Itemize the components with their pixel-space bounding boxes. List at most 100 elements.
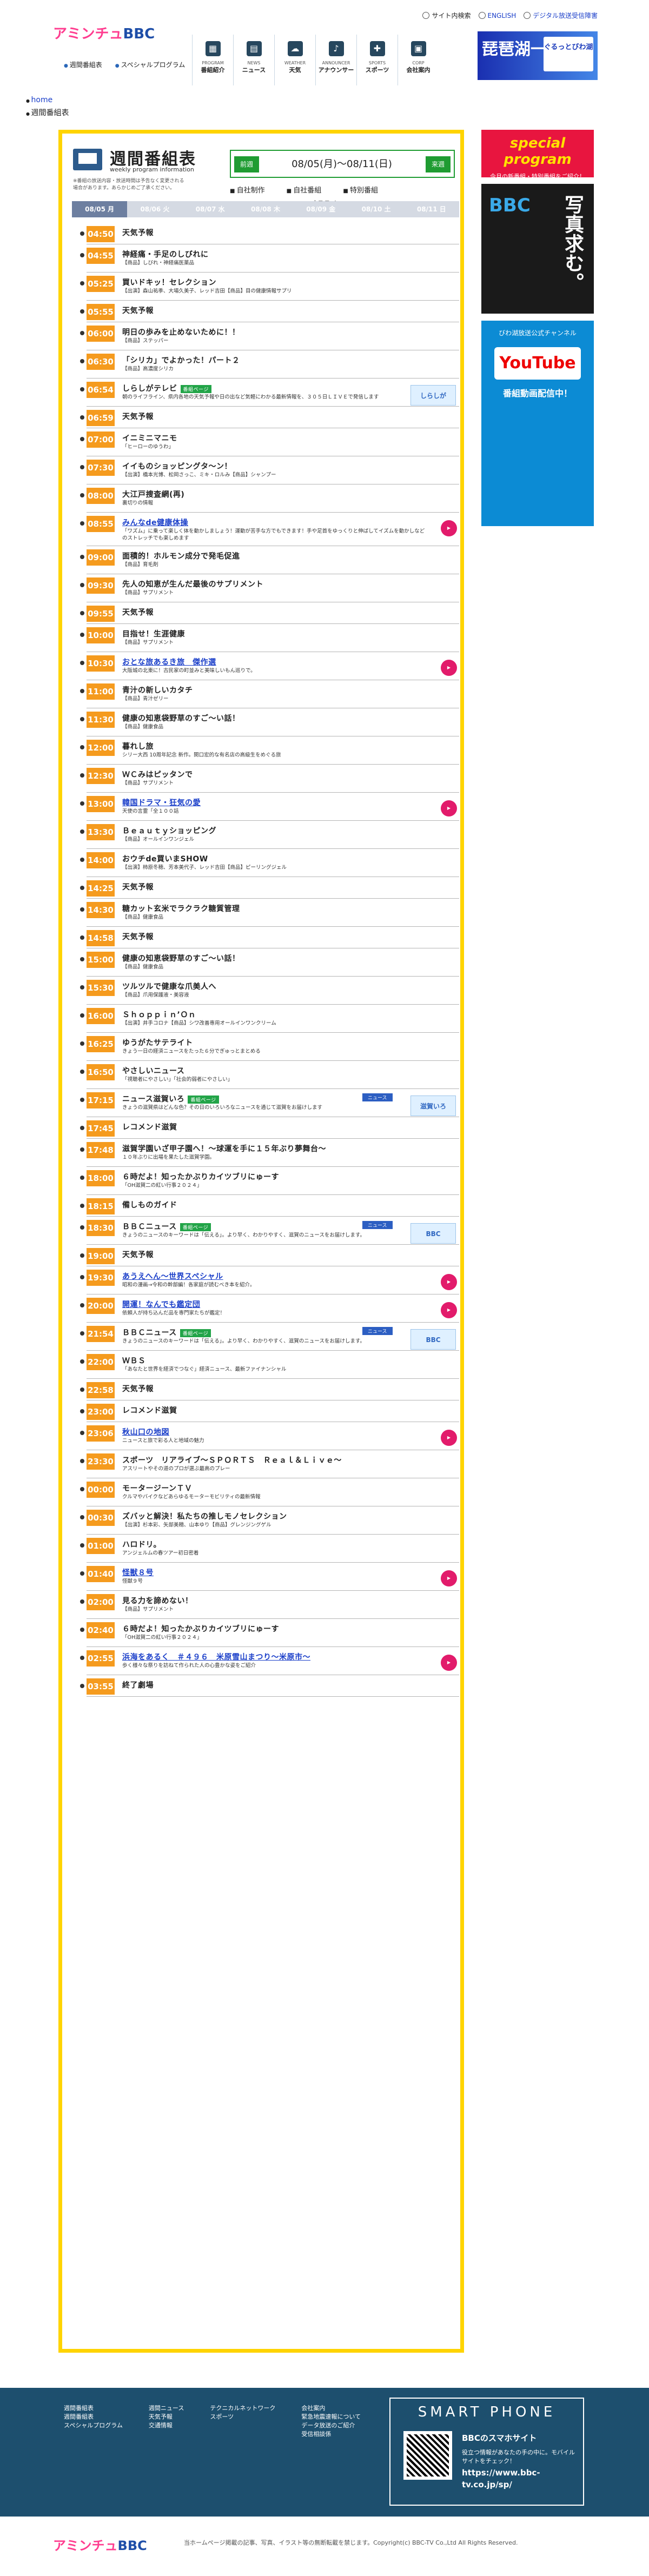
program-row: 22:00 ＷＢＳ 「あなたと世界を経済でつなぐ」経済ニュース、最新ファイナンシャル (80, 1351, 459, 1379)
footer-link[interactable]: 会社案内 (301, 2405, 325, 2412)
tab-day[interactable]: 08/11 日 (404, 201, 459, 217)
tab-day[interactable]: 08/09 金 (293, 201, 348, 217)
subnav-weekly[interactable]: 週間番組表 (64, 61, 102, 71)
footer-link[interactable]: 天気予報 (149, 2413, 173, 2420)
program-title[interactable]: 怪獣８号 (122, 1567, 154, 1578)
program-time: 17:48 (80, 1142, 115, 1158)
footer-link[interactable]: 週間番組表 (64, 2413, 94, 2420)
program-title[interactable]: 韓国ドラマ・狂気の愛 (122, 797, 201, 808)
program-title: 天気予報 (122, 305, 154, 316)
nav-sports[interactable]: ✚ SPORTS スポーツ (356, 35, 398, 85)
program-thumbnail[interactable]: 滋賀いろ (410, 1096, 456, 1116)
program-row: 06:59 天気予報 (80, 407, 459, 428)
program-title: ＷＢＳ (122, 1355, 146, 1366)
recommend-icon[interactable]: ▶ (441, 1302, 457, 1318)
program-time: 08:55 (80, 516, 115, 532)
program-title: 終了劇場 (122, 1679, 154, 1690)
recommend-icon[interactable]: ▶ (441, 800, 457, 816)
recommend-icon[interactable]: ▶ (441, 660, 457, 676)
program-page-badge[interactable]: 番組ページ (180, 1223, 211, 1231)
tab-day[interactable]: 08/10 土 (348, 201, 403, 217)
prev-week-button[interactable]: 前週 (234, 156, 259, 172)
program-page-badge[interactable]: 番組ページ (180, 1329, 211, 1337)
program-info: クルマやバイクなどあらゆるモーターモビリティの最新情報 (122, 1494, 261, 1500)
footer-link[interactable]: データ放送のご紹介 (301, 2422, 355, 2429)
program-title-text: 先人の知恵が生んだ最後のサプリメント (122, 580, 263, 589)
program-row: 14:00 おウチde買いまSHOW 【出演】柿原冬穂、芳本美代子、レッド吉田【商品… (80, 849, 459, 877)
subnav-special[interactable]: スペシャルプログラム (115, 61, 185, 71)
program-title[interactable]: 秋山口の地図 (122, 1426, 169, 1437)
site-logo[interactable]: アミンチュBBC (53, 23, 155, 43)
program-title[interactable]: 開運！なんでも鑑定団 (122, 1299, 200, 1310)
nav-weather[interactable]: ☁ WEATHER 天気 (274, 35, 315, 85)
program-page-badge[interactable]: 番組ページ (188, 1095, 219, 1104)
footer-link[interactable]: スポーツ (210, 2413, 234, 2420)
program-row: 04:50 天気予報 (80, 223, 459, 244)
tab-day[interactable]: 08/07 水 (183, 201, 238, 217)
program-title[interactable]: 浜海をあるく ＃４９６ 米原雪山まつり〜米原市〜 (122, 1651, 310, 1662)
recommend-icon[interactable]: ▶ (441, 1430, 457, 1446)
footer-logo[interactable]: アミンチュBBC (53, 2535, 147, 2554)
digital-link[interactable]: デジタル放送受信障害 (524, 11, 598, 20)
program-title: 天気予報 (122, 1249, 154, 1260)
english-link[interactable]: ENGLISH (478, 11, 516, 20)
program-thumbnail[interactable]: しらしが (410, 385, 456, 406)
program-title[interactable]: あうえへん〜世界スペシャル (122, 1271, 223, 1282)
page-subtitle: weekly program information (110, 166, 194, 173)
recommend-icon[interactable]: ▶ (441, 1570, 457, 1586)
program-time: 17:15 (80, 1092, 115, 1108)
program-time: 14:30 (80, 902, 115, 918)
next-week-button[interactable]: 来週 (426, 156, 451, 172)
program-page-badge[interactable]: 番組ページ (180, 384, 211, 393)
footer-link[interactable]: 交通情報 (149, 2422, 173, 2429)
program-row: 16:50 やさしいニュース 「視聴者にやさしい」「社会的弱者にやさしい」 (80, 1061, 459, 1089)
program-row: 13:00 韓国ドラマ・狂気の愛 天使の言霊「全１００話 ▶ (80, 793, 459, 821)
program-title[interactable]: みんなde健康体操 (122, 517, 188, 528)
program-title-text: やさしいニュース (122, 1067, 185, 1075)
program-time: 18:00 (80, 1170, 115, 1186)
site-search-link[interactable]: サイト内検索 (422, 11, 471, 20)
sp-url[interactable]: https://www.bbc-tv.co.jp/sp/ (462, 2467, 581, 2491)
footer-link[interactable]: スペシャルプログラム (64, 2422, 123, 2429)
program-time: 10:00 (80, 627, 115, 643)
recommend-icon[interactable]: ▶ (441, 520, 457, 536)
program-thumbnail[interactable]: BBC (410, 1223, 456, 1244)
breadcrumb-home[interactable]: home (31, 96, 53, 104)
nav-news[interactable]: ▤ NEWS ニュース (233, 35, 274, 85)
tab-day[interactable]: 08/05 月 (72, 201, 128, 217)
program-info: きょうのニュースのキーワードは「伝える」。より早く、わかりやすく、滋賀のニュース… (122, 1232, 365, 1238)
footer-link[interactable]: 受信相談係 (301, 2431, 331, 2438)
footer-link[interactable]: 週間番組表 (64, 2405, 94, 2412)
photo-wanted-banner[interactable]: BBC 写真求む。 (481, 184, 594, 314)
tab-day[interactable]: 08/08 木 (238, 201, 293, 217)
program-title: スポーツ リアライブ〜ＳＰＯＲＴＳ Ｒｅａｌ＆Ｌｉｖｅ〜 (122, 1455, 342, 1465)
program-thumbnail[interactable]: BBC (410, 1329, 456, 1350)
nav-corp[interactable]: ▣ CORP 会社案内 (398, 35, 439, 85)
program-time: 02:40 (80, 1622, 115, 1638)
footer-column: 週間番組表 週間番組表スペシャルプログラム (64, 2404, 123, 2439)
tab-day[interactable]: 08/06 火 (127, 201, 182, 217)
special-title: special program (504, 135, 572, 168)
nav-program[interactable]: ▦ PROGRAM 番組紹介 (192, 35, 233, 85)
recommend-icon[interactable]: ▶ (441, 1655, 457, 1671)
recommend-icon[interactable]: ▶ (441, 1274, 457, 1290)
top-banner[interactable]: 琵琶湖一周 ぐるっとびわ湖 (478, 31, 598, 80)
footer-link[interactable]: 週間ニュース (149, 2405, 184, 2412)
nav-en: SPORTS (368, 61, 386, 65)
nav-announcer[interactable]: ♪ ANNOUNCER アナウンサー (315, 35, 356, 85)
program-title-text: あうえへん〜世界スペシャル (122, 1272, 223, 1281)
cloud-icon: ☁ (287, 41, 303, 56)
footer-link[interactable]: テクニカルネットワーク (210, 2405, 275, 2412)
footer-link[interactable]: 緊急地震速報について (301, 2413, 361, 2420)
program-row: 23:00 レコメンド滋賀 (80, 1400, 459, 1422)
program-row: 08:55 みんなde健康体操 「ワズム」に乗って楽しく体を動かしましょう！運動が苦… (80, 513, 459, 546)
youtube-banner[interactable]: びわ湖放送公式チャンネル YouTube 番組動画配信中！ (481, 321, 594, 526)
special-program-banner[interactable]: special program 今月の新番組・特別番組をご紹介！ (481, 130, 594, 180)
program-title: イイものショッピングタ〜ン！ (122, 461, 232, 472)
program-title-text: ６時だよ！知ったかぶりカイツブリにゅーす (122, 1625, 279, 1634)
program-title: ズバッと解決！私たちの推しモノセレクション (122, 1511, 287, 1522)
digital-label[interactable]: デジタル放送受信障害 (533, 11, 598, 20)
program-title[interactable]: おとな旅あるき旅 傑作選 (122, 656, 216, 667)
program-time: 00:30 (80, 1510, 115, 1526)
english-label[interactable]: ENGLISH (488, 12, 516, 19)
